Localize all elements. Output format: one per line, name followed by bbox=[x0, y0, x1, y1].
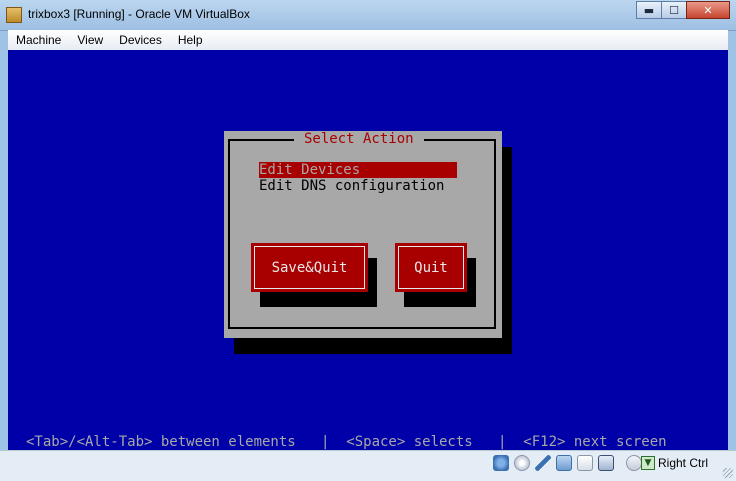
menu-machine[interactable]: Machine bbox=[8, 33, 69, 47]
minimize-button[interactable]: ▬ bbox=[636, 1, 662, 19]
quit-button-label: Quit bbox=[414, 259, 448, 276]
window-controls: ▬ ☐ ✕ bbox=[636, 1, 730, 21]
list-item-edit-dns[interactable]: Edit DNS configuration bbox=[259, 178, 457, 194]
maximize-button[interactable]: ☐ bbox=[661, 1, 687, 19]
maximize-icon: ☐ bbox=[669, 3, 679, 17]
cd-icon[interactable] bbox=[514, 455, 530, 471]
usb-icon[interactable] bbox=[535, 455, 551, 471]
display-icon[interactable] bbox=[598, 455, 614, 471]
network-icon[interactable] bbox=[556, 455, 572, 471]
menu-devices[interactable]: Devices bbox=[111, 33, 170, 47]
help-line: <Tab>/<Alt-Tab> between elements | <Spac… bbox=[26, 434, 667, 450]
minimize-icon: ▬ bbox=[643, 3, 655, 17]
close-button[interactable]: ✕ bbox=[686, 1, 730, 19]
dialog-title: Select Action bbox=[294, 131, 424, 147]
hard-disk-icon[interactable] bbox=[493, 455, 509, 471]
shared-folder-icon[interactable] bbox=[577, 455, 593, 471]
status-bar: ▼ Right Ctrl bbox=[0, 450, 736, 481]
save-quit-button[interactable]: Save&Quit bbox=[251, 243, 368, 292]
window-titlebar[interactable]: trixbox3 [Running] - Oracle VM VirtualBo… bbox=[0, 0, 736, 31]
host-key-indicator[interactable]: ▼ Right Ctrl bbox=[640, 456, 708, 470]
save-quit-button-label: Save&Quit bbox=[271, 259, 348, 276]
host-key-arrow-icon: ▼ bbox=[640, 456, 655, 470]
resize-grip[interactable] bbox=[723, 468, 733, 478]
quit-button[interactable]: Quit bbox=[395, 243, 467, 292]
mouse-capture-icon[interactable] bbox=[626, 455, 642, 471]
window-title: trixbox3 [Running] - Oracle VM VirtualBo… bbox=[28, 7, 250, 21]
menu-bar: Machine View Devices Help bbox=[8, 30, 728, 51]
menu-help[interactable]: Help bbox=[170, 33, 211, 47]
status-icons bbox=[488, 455, 642, 471]
list-item-edit-devices[interactable]: Edit Devices bbox=[259, 162, 457, 178]
select-action-dialog: Select Action Edit Devices Edit DNS conf… bbox=[224, 131, 502, 338]
action-list: Edit Devices Edit DNS configuration bbox=[259, 162, 457, 194]
guest-screen[interactable]: Select Action Edit Devices Edit DNS conf… bbox=[8, 50, 728, 450]
virtualbox-app-icon bbox=[6, 7, 22, 23]
host-key-label: Right Ctrl bbox=[657, 456, 708, 470]
close-icon: ✕ bbox=[703, 3, 713, 17]
menu-view[interactable]: View bbox=[69, 33, 111, 47]
